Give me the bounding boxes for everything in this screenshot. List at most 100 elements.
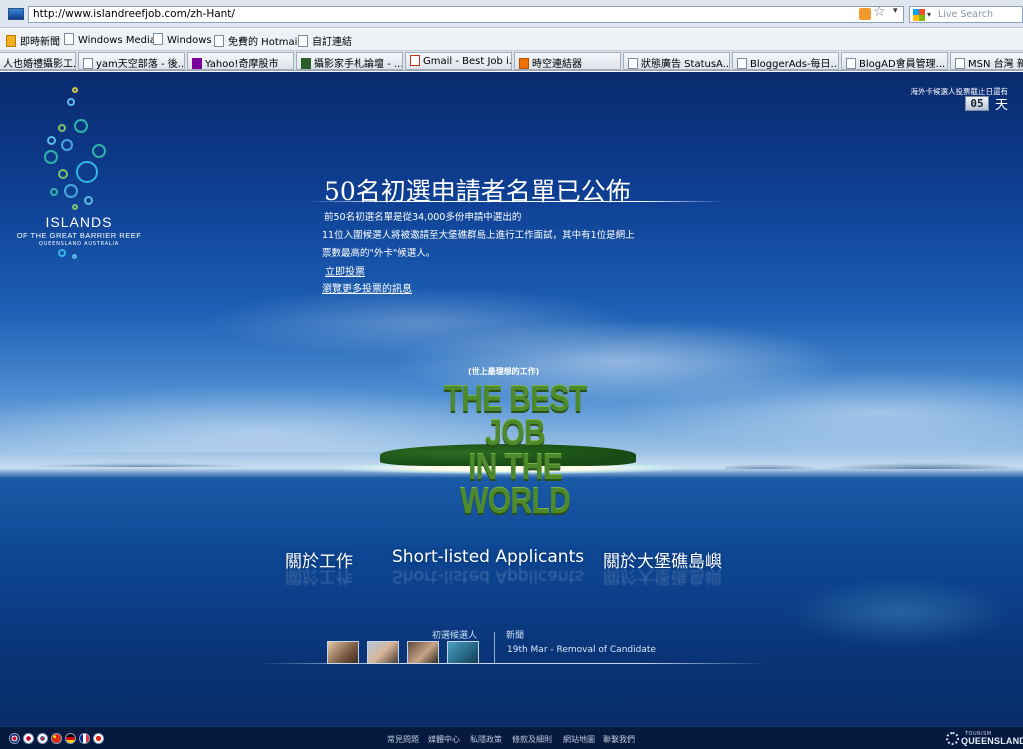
msn-logo-icon xyxy=(913,9,925,21)
url-field[interactable]: http://www.islandreefjob.com/zh-Hant/ xyxy=(28,6,904,23)
url-text[interactable]: http://www.islandreefjob.com/zh-Hant/ xyxy=(33,8,235,20)
applicant-thumbnail[interactable] xyxy=(447,641,479,664)
tab-yahoo-stock[interactable]: Yahoo!奇摩股市 xyxy=(187,52,294,70)
link-news-label[interactable]: 即時新聞 xyxy=(20,37,60,48)
bubble-icon xyxy=(44,150,58,164)
bubble-icon xyxy=(58,124,66,132)
page-icon xyxy=(214,35,224,47)
page-icon xyxy=(83,58,93,69)
bubble-icon xyxy=(92,144,106,158)
tab-wedding-photo[interactable]: 人也婚禮攝影工... xyxy=(0,52,76,70)
favorite-star-icon[interactable]: ☆ xyxy=(873,4,886,20)
applicant-thumbnail[interactable] xyxy=(407,641,439,664)
headline-divider xyxy=(308,201,724,202)
link-custom[interactable]: 自訂連結 xyxy=(298,33,352,48)
link-windows[interactable]: Windows xyxy=(153,33,212,46)
footer-link-sitemap[interactable]: 網站地圖 xyxy=(563,734,595,745)
tab-gmail[interactable]: Gmail - Best Job i... xyxy=(405,52,512,70)
bubble-icon xyxy=(72,204,78,210)
tab-time-link[interactable]: 時空連結器 xyxy=(514,52,621,70)
tab-label[interactable]: 時空連結器 xyxy=(532,59,582,69)
page-title: 50名初選申請者名單已公佈 xyxy=(324,177,631,206)
tab-label[interactable]: MSN 台灣 新 xyxy=(968,59,1023,69)
link-news[interactable]: 即時新聞 xyxy=(6,33,60,48)
japan-flag-icon[interactable] xyxy=(23,733,34,744)
body-line-1: 前50名初選名單是從34,000多份申請中選出的 xyxy=(324,212,522,223)
tab-photo-forum[interactable]: 攝影家手札論壇 - ... xyxy=(296,52,403,70)
link-windows-media-label[interactable]: Windows Media xyxy=(78,35,156,46)
link-windows-label[interactable]: Windows xyxy=(167,35,212,46)
tab-label[interactable]: 狀態廣告 StatusA... xyxy=(641,59,729,69)
feed-icon xyxy=(6,35,16,47)
footer-link-contact[interactable]: 聯繫我們 xyxy=(603,734,635,745)
tab-msn[interactable]: MSN 台灣 新 xyxy=(950,52,1023,70)
page-icon xyxy=(298,35,308,47)
china-flag-icon[interactable] xyxy=(51,733,62,744)
url-dropdown-icon[interactable]: ▾ xyxy=(893,6,898,16)
best-job-logo: THE BEST JOB IN THE WORLD xyxy=(410,381,620,521)
search-placeholder[interactable]: Live Search xyxy=(938,9,993,20)
sun-icon xyxy=(946,732,959,745)
vote-now-link[interactable]: 立即投票 xyxy=(325,263,365,278)
tab-label[interactable]: BlogAD會員管理... xyxy=(859,59,945,69)
link-windows-media[interactable]: Windows Media xyxy=(64,33,156,46)
tab-blogad[interactable]: BlogAD會員管理... xyxy=(841,52,948,70)
more-vote-info-link[interactable]: 瀏覽更多投票的訊息 xyxy=(322,280,412,295)
tourism-queensland-logo[interactable]: TOURISM QUEENSLAND xyxy=(946,730,1023,748)
islands-gbr-logo[interactable]: ISLANDS OF THE GREAT BARRIER REEF QUEENS… xyxy=(14,84,144,264)
bubble-icon xyxy=(64,184,78,198)
korea-flag-icon[interactable] xyxy=(37,733,48,744)
search-input[interactable]: ▾ Live Search xyxy=(909,6,1023,23)
nav-shortlisted-applicants[interactable]: Short-listed Applicants xyxy=(392,547,584,567)
page-favicon-icon xyxy=(8,8,24,20)
tab-status-ads[interactable]: 狀態廣告 StatusA... xyxy=(623,52,730,70)
nav-about-job-reflection: 關於工作 xyxy=(285,566,353,586)
bubble-icon xyxy=(76,161,98,183)
page-content: ISLANDS OF THE GREAT BARRIER REEF QUEENS… xyxy=(0,72,1023,749)
france-flag-icon[interactable] xyxy=(79,733,90,744)
footer-link-faq[interactable]: 常見問題 xyxy=(387,734,419,745)
applicant-thumbnail[interactable] xyxy=(327,641,359,664)
link-custom-label[interactable]: 自訂連結 xyxy=(312,37,352,48)
tagline: (世上最理想的工作) xyxy=(468,367,540,376)
uk-flag-icon[interactable] xyxy=(9,733,20,744)
tab-label[interactable]: BloggerAds-每日... xyxy=(750,59,838,69)
logo-title: ISLANDS xyxy=(45,214,113,230)
tab-yam[interactable]: yam天空部落 - 後... xyxy=(78,52,185,70)
tab-label[interactable]: 攝影家手札論壇 - ... xyxy=(314,59,402,69)
footer-link-media[interactable]: 媒體中心 xyxy=(428,734,460,745)
news-item-link[interactable]: 19th Mar - Removal of Candidate xyxy=(507,645,656,655)
logo-subtitle-2: QUEENSLAND AUSTRALIA xyxy=(38,241,119,247)
tab-label[interactable]: Gmail - Best Job i... xyxy=(423,56,511,67)
bubble-icon xyxy=(61,139,73,151)
link-hotmail-label[interactable]: 免費的 Hotmail xyxy=(228,37,300,48)
page-icon xyxy=(628,58,638,69)
tab-bloggerads[interactable]: BloggerAds-每日... xyxy=(732,52,839,70)
search-provider-dropdown-icon[interactable]: ▾ xyxy=(927,10,931,19)
footer-link-privacy[interactable]: 私隱政策 xyxy=(470,734,502,745)
tab-label[interactable]: yam天空部落 - 後... xyxy=(96,59,184,69)
logo-subtitle: OF THE GREAT BARRIER REEF xyxy=(16,231,142,240)
bubble-icon xyxy=(50,188,58,196)
camera-icon xyxy=(301,58,311,69)
links-toolbar: 即時新聞 Windows Media Windows 免費的 Hotmail 自… xyxy=(0,29,1023,51)
nav-shortlisted-reflection: Short-listed Applicants xyxy=(392,566,585,586)
best-job-line-2: IN THE WORLD xyxy=(459,446,571,521)
footer-link-terms[interactable]: 條款及細則 xyxy=(512,734,552,745)
gmail-icon xyxy=(410,55,420,66)
germany-flag-icon[interactable] xyxy=(65,733,76,744)
bubble-icon xyxy=(58,249,66,257)
distant-hills-right xyxy=(725,455,1023,469)
applicant-thumbnail[interactable] xyxy=(367,641,399,664)
tab-label[interactable]: 人也婚禮攝影工... xyxy=(3,59,75,69)
strip-divider xyxy=(494,632,495,664)
reef-glow xyxy=(700,552,1023,672)
hongkong-flag-icon[interactable] xyxy=(93,733,104,744)
link-hotmail[interactable]: 免費的 Hotmail xyxy=(214,33,300,48)
body-line-3: 票數最高的"外卡"候選人。 xyxy=(322,248,436,259)
distant-hills-left xyxy=(0,457,320,467)
rss-feed-icon[interactable] xyxy=(859,8,871,20)
tab-label[interactable]: Yahoo!奇摩股市 xyxy=(205,59,278,69)
nav-about-islands-reflection: 關於大堡礁島嶼 xyxy=(603,566,722,586)
bubble-icon xyxy=(67,98,75,106)
